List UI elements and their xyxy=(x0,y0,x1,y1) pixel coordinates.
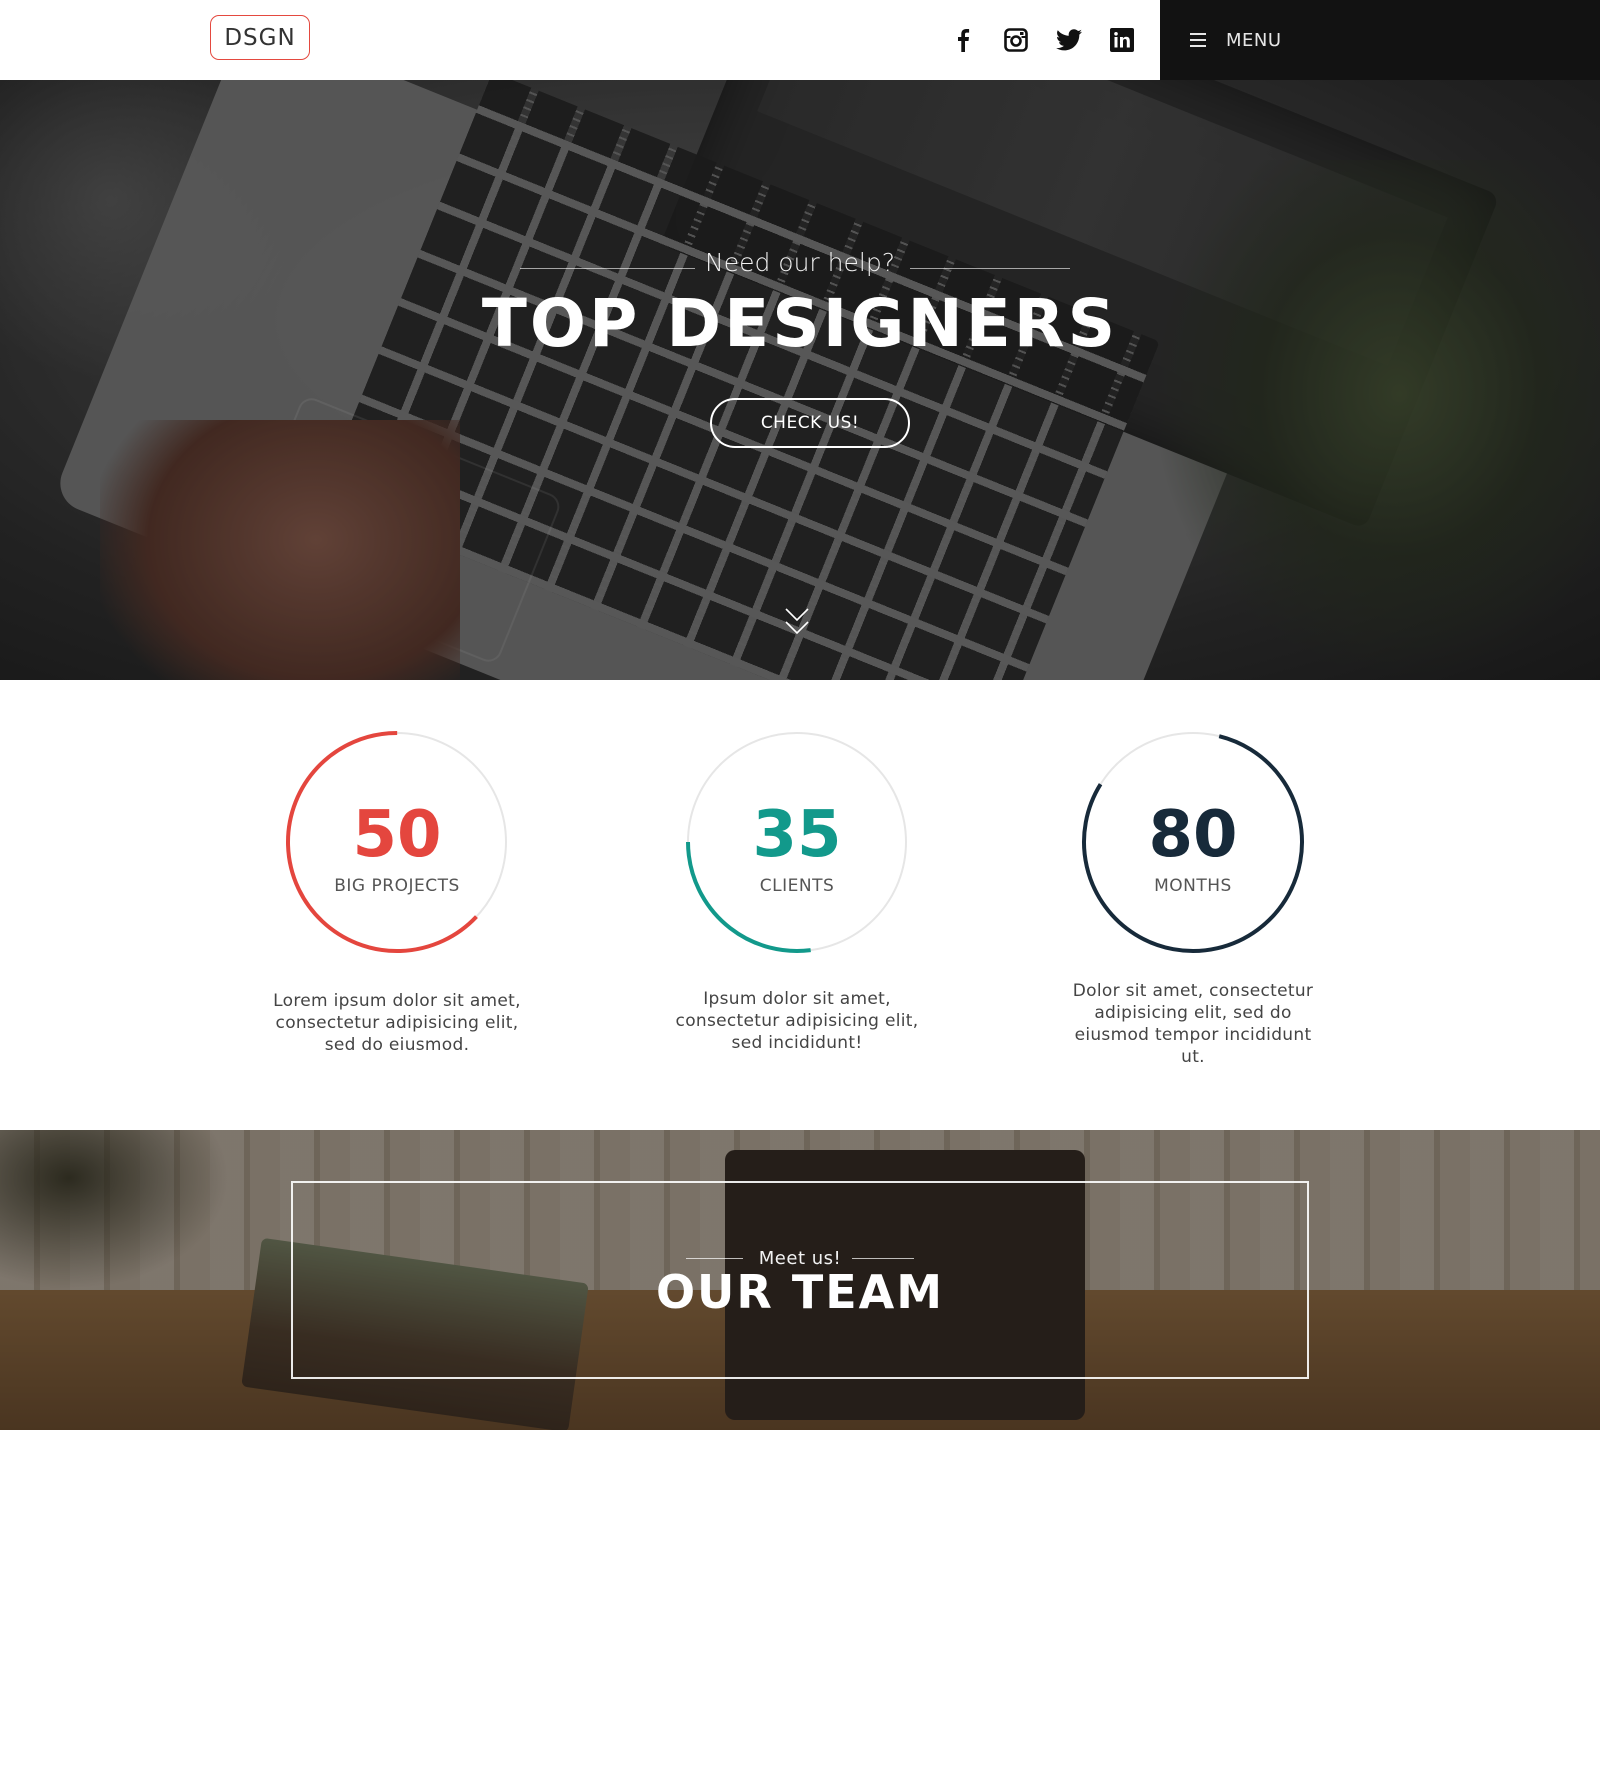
stat-number: 50 xyxy=(352,798,442,872)
twitter-icon[interactable] xyxy=(1051,22,1087,58)
stat-description: Lorem ipsum dolor sit amet, consectetur … xyxy=(273,991,521,1055)
team-title: OUR TEAM xyxy=(655,1265,945,1319)
stat-label: BIG PROJECTS xyxy=(334,876,460,896)
linkedin-icon[interactable] xyxy=(1104,22,1140,58)
menu-button[interactable]: MENU xyxy=(1160,0,1600,80)
facebook-icon[interactable] xyxy=(945,22,981,58)
stat-label: MONTHS xyxy=(1154,876,1232,896)
menu-label: MENU xyxy=(1226,29,1282,51)
stat-clients: 35 CLIENTS xyxy=(667,730,927,954)
hero-title: TOP DESIGNERS xyxy=(481,285,1119,362)
check-us-button[interactable]: CHECK US! xyxy=(710,398,910,448)
stat-label: CLIENTS xyxy=(759,876,835,896)
scroll-down-icon[interactable] xyxy=(784,605,810,641)
stat-description: Ipsum dolor sit amet, consectetur adipis… xyxy=(675,989,919,1053)
site-header: DSGN MENU xyxy=(0,0,1600,80)
stat-number: 35 xyxy=(752,798,842,872)
stats-section: 50 BIG PROJECTS Lorem ipsum dolor sit am… xyxy=(0,680,1600,1130)
stat-big-projects: 50 BIG PROJECTS xyxy=(267,730,527,954)
team-section: Meet us! OUR TEAM xyxy=(0,1130,1600,1430)
hero-subtitle: Need our help? xyxy=(705,248,895,277)
stat-description: Dolor sit amet, consectetur adipisicing … xyxy=(1072,981,1314,1067)
social-links xyxy=(945,22,1157,58)
stat-months: 80 MONTHS xyxy=(1063,730,1323,954)
logo[interactable]: DSGN xyxy=(210,15,310,60)
hamburger-icon xyxy=(1190,33,1206,47)
stat-number: 80 xyxy=(1148,798,1238,872)
hero-section: Need our help? TOP DESIGNERS CHECK US! xyxy=(0,80,1600,680)
instagram-icon[interactable] xyxy=(998,22,1034,58)
